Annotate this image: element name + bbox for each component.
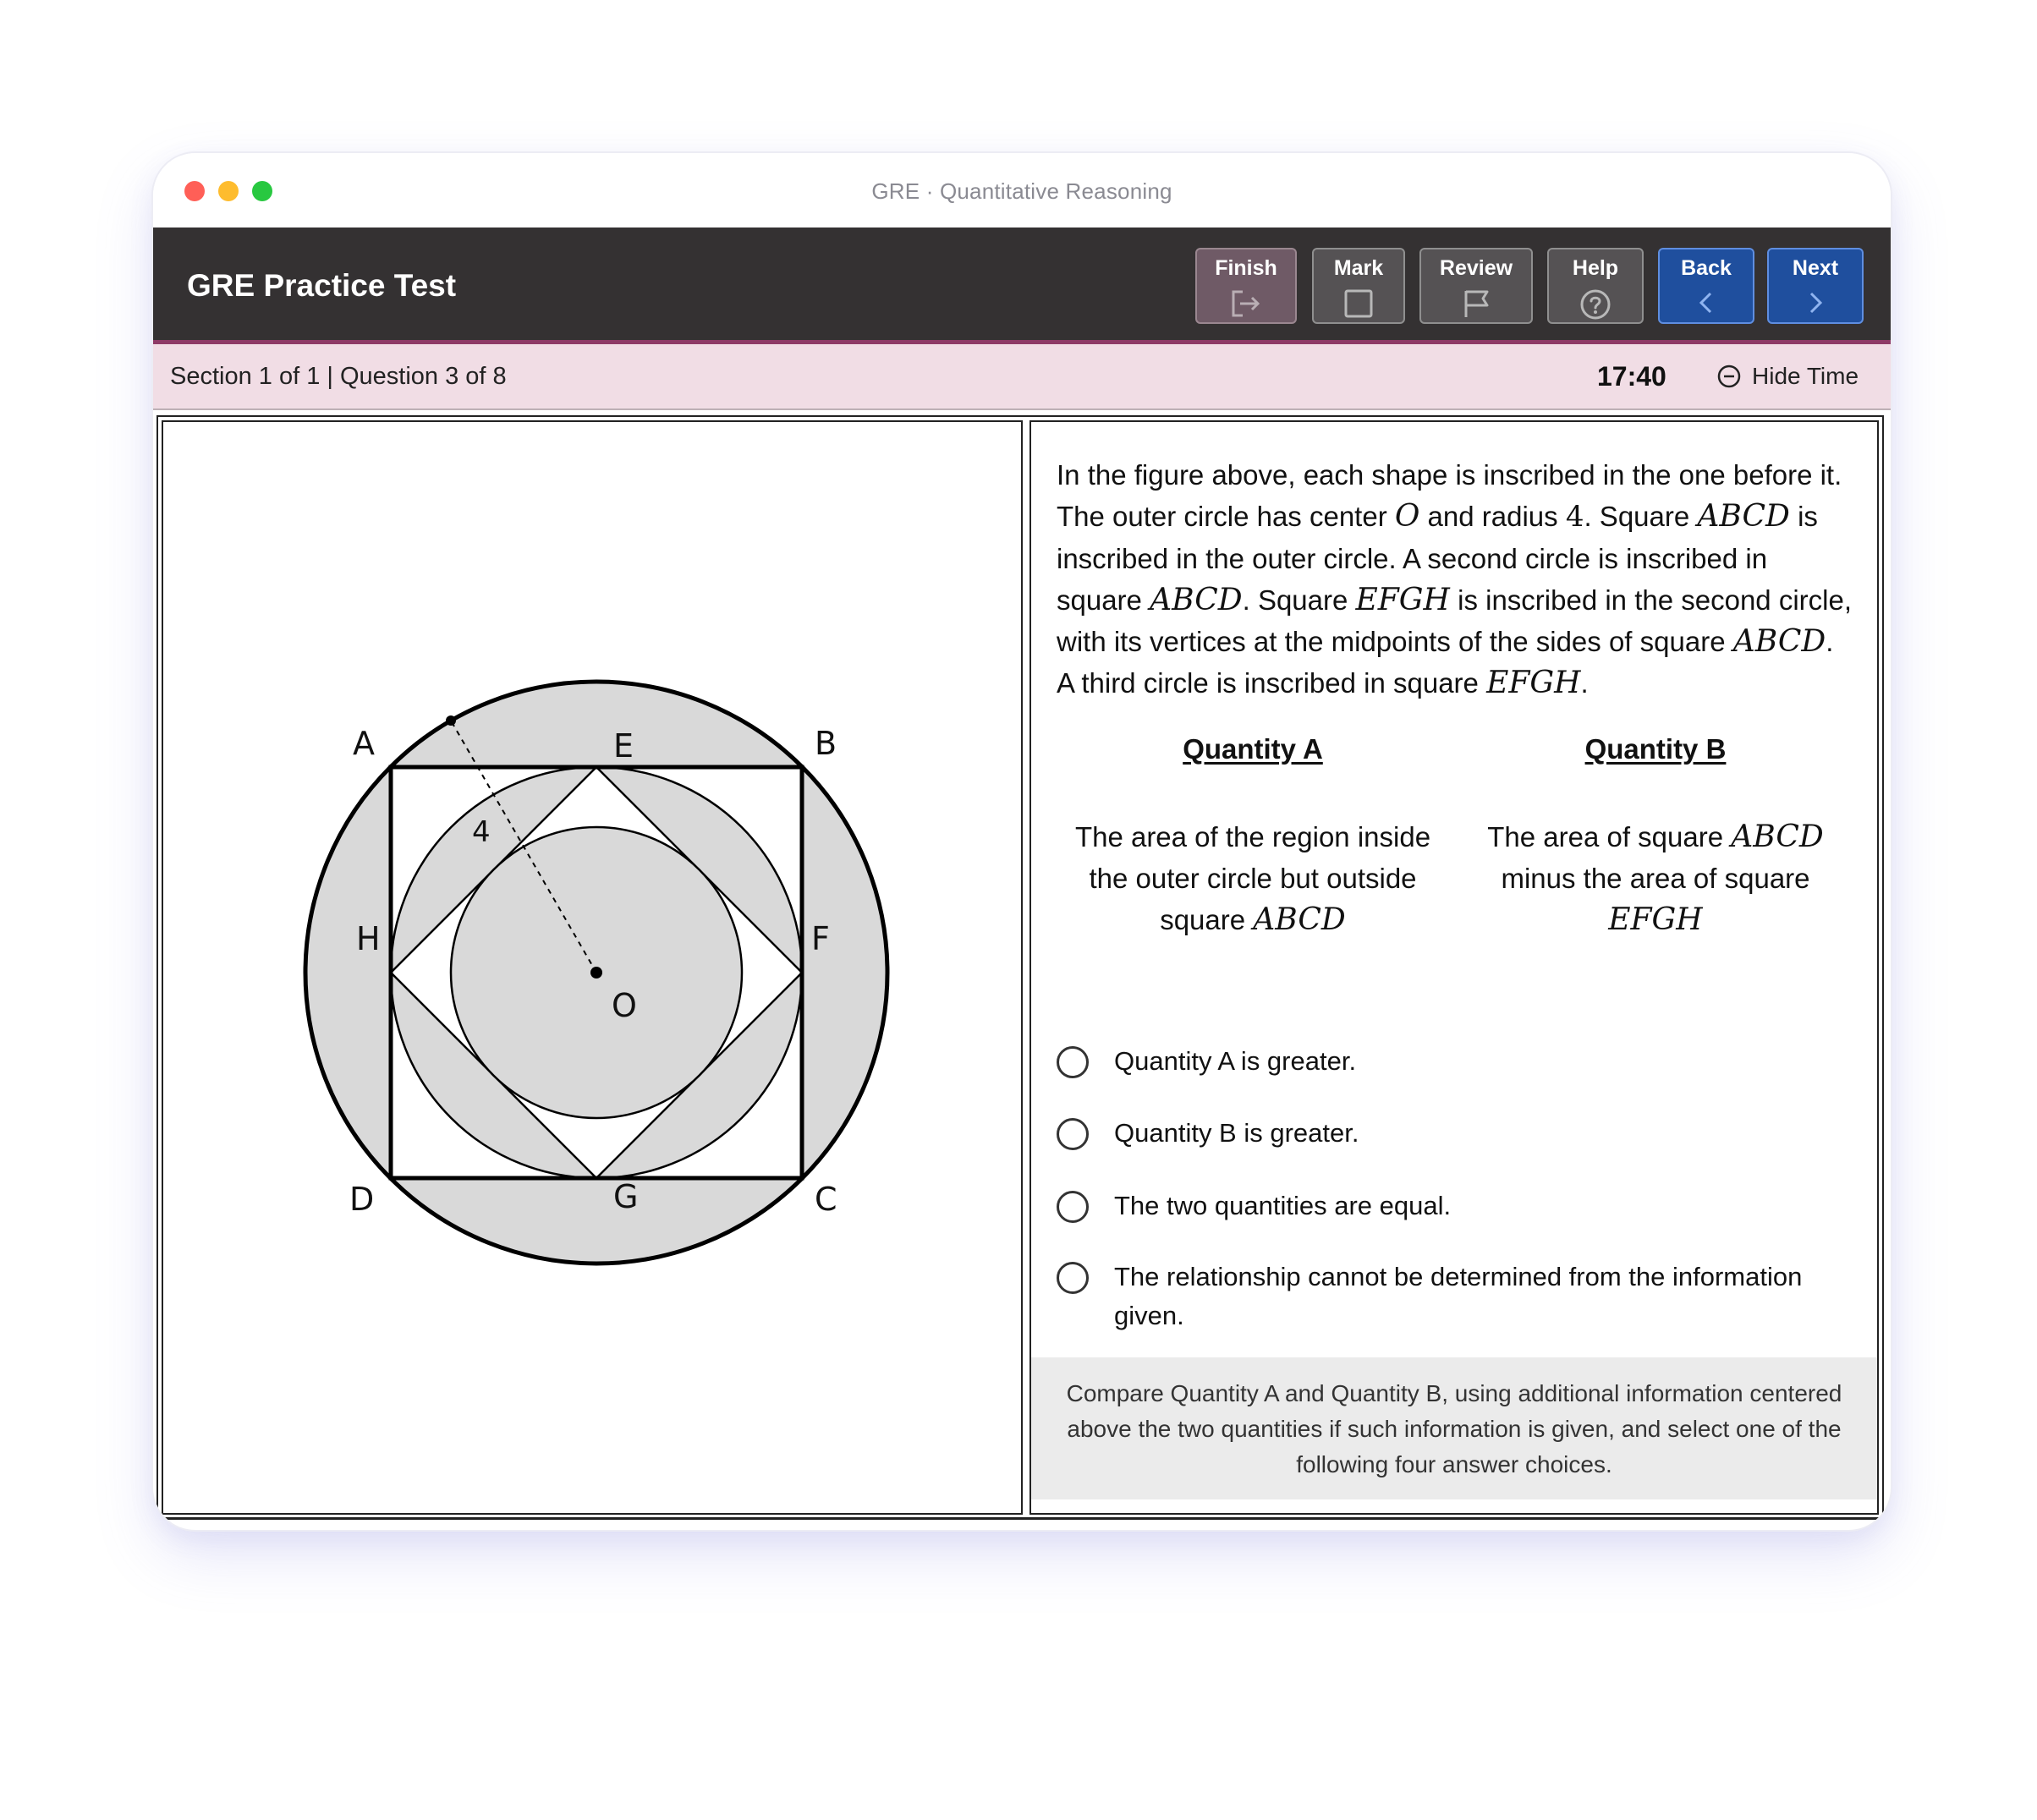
flag-icon (1464, 290, 1489, 317)
math-efgh: EFGH (1486, 666, 1581, 700)
help-circle-icon (1580, 289, 1611, 320)
question-text-5: . Square (1242, 584, 1356, 616)
radio-button[interactable] (1057, 1118, 1089, 1150)
answer-option-label: Quantity A is greater. (1114, 1046, 1357, 1076)
answer-option-label: The two quantities are equal. (1114, 1191, 1452, 1220)
mark-button-label: Mark (1333, 256, 1384, 280)
help-button[interactable]: Help (1547, 248, 1644, 324)
quantity-a-heading: Quantity A (1183, 733, 1323, 765)
window-title: GRE · Quantitative Reasoning (871, 178, 1172, 204)
quantity-a-text: The area of the region inside the outer … (1058, 816, 1447, 940)
math-o: O (1394, 499, 1420, 534)
math-efgh: EFGH (1355, 583, 1450, 617)
answer-option-a[interactable]: Quantity A is greater. (1057, 1044, 1852, 1081)
help-button-label: Help (1572, 256, 1619, 280)
question-stem: In the figure above, each shape is inscr… (1057, 454, 1855, 704)
back-button-label: Back (1681, 256, 1732, 280)
next-button[interactable]: Next (1767, 248, 1864, 324)
chevron-right-icon (1809, 292, 1823, 314)
quantity-a: Quantity A The area of the region inside… (1058, 733, 1447, 940)
quantity-b-words-1: The area of square (1487, 821, 1732, 852)
radius-endpoint (446, 715, 456, 726)
answer-option-c[interactable]: The two quantities are equal. (1057, 1189, 1852, 1225)
math-abcd: ABCD (1150, 583, 1243, 617)
instructions-panel: Compare Quantity A and Quantity B, using… (1031, 1357, 1877, 1499)
quantity-b-text: The area of square ABCD minus the area o… (1461, 816, 1850, 940)
math-abcd: ABCD (1697, 499, 1790, 534)
answer-option-d[interactable]: The relationship cannot be determined fr… (1057, 1260, 1852, 1335)
exit-icon (1232, 290, 1260, 317)
label-o: O (612, 987, 637, 1024)
content-area: A B C D E F G H O 4 In the figure above,… (156, 415, 1884, 1520)
next-button-label: Next (1792, 256, 1839, 280)
question-text-2: and radius (1419, 501, 1566, 532)
math-efgh: EFGH (1608, 902, 1703, 937)
section-question-indicator: Section 1 of 1 | Question 3 of 8 (170, 363, 507, 390)
figure-pane: A B C D E F G H O 4 (162, 420, 1023, 1515)
question-pane: In the figure above, each shape is inscr… (1029, 420, 1879, 1515)
mark-button[interactable]: Mark (1312, 248, 1405, 324)
math-abcd: ABCD (1253, 902, 1346, 937)
radio-button[interactable] (1057, 1191, 1089, 1223)
quantity-b-words-2: minus the area of square (1501, 863, 1810, 894)
math-4: 4 (1565, 500, 1584, 534)
chevron-left-icon (1699, 292, 1712, 314)
math-abcd: ABCD (1732, 624, 1826, 659)
label-a: A (353, 725, 375, 762)
timer: 17:40 (1597, 361, 1666, 392)
hide-time-button[interactable]: Hide Time (1716, 359, 1859, 393)
answer-option-label: The relationship cannot be determined fr… (1114, 1262, 1803, 1330)
center-point (590, 967, 602, 979)
finish-button-label: Finish (1215, 256, 1277, 280)
math-abcd: ABCD (1731, 820, 1824, 854)
label-h: H (356, 920, 381, 957)
app-window: GRE · Quantitative Reasoning GRE Practic… (153, 153, 1891, 1530)
label-g: G (613, 1178, 638, 1215)
review-button[interactable]: Review (1419, 248, 1533, 324)
geometry-figure: A B C D E F G H O 4 (303, 679, 890, 1266)
label-d: D (349, 1181, 374, 1218)
review-button-label: Review (1439, 256, 1513, 280)
hide-time-label: Hide Time (1752, 363, 1859, 389)
label-c: C (815, 1181, 837, 1218)
answer-option-label: Quantity B is greater. (1114, 1118, 1359, 1148)
status-bar: Section 1 of 1 | Question 3 of 8 17:40 H… (153, 344, 1891, 410)
app-title: GRE Practice Test (187, 268, 457, 303)
answer-option-b[interactable]: Quantity B is greater. (1057, 1116, 1852, 1153)
finish-button[interactable]: Finish (1195, 248, 1297, 324)
radio-button[interactable] (1057, 1046, 1089, 1078)
checkbox-icon (1344, 289, 1373, 318)
label-radius: 4 (472, 815, 491, 849)
quantity-b-heading: Quantity B (1584, 733, 1727, 765)
quantity-b: Quantity B The area of square ABCD minus… (1461, 733, 1850, 940)
title-bar: GRE · Quantitative Reasoning (153, 153, 1891, 228)
radio-button[interactable] (1057, 1262, 1089, 1294)
label-e: E (613, 727, 634, 765)
minus-circle-icon (1717, 365, 1741, 388)
question-text-8: . (1580, 667, 1589, 699)
toolbar: GRE Practice Test Finish Mark Review Hel… (153, 228, 1891, 344)
question-text-3: . Square (1584, 501, 1698, 532)
label-f: F (811, 920, 830, 957)
label-b: B (815, 725, 837, 762)
back-button[interactable]: Back (1658, 248, 1754, 324)
